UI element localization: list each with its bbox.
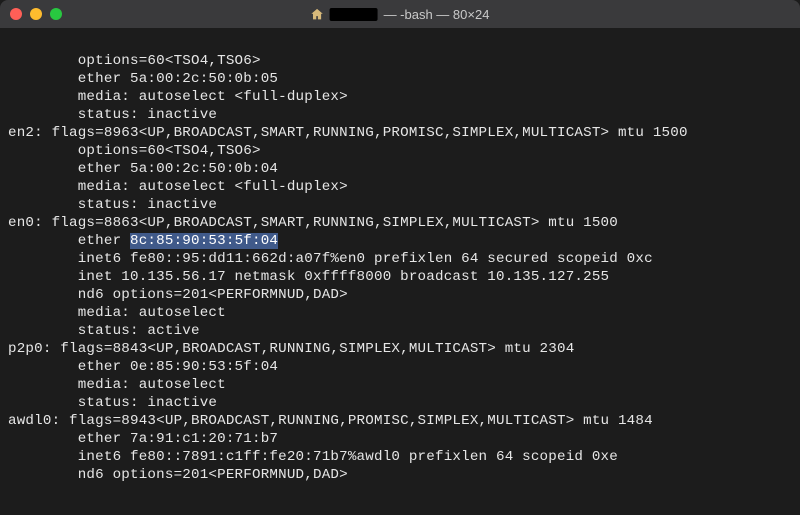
terminal-line: media: autoselect <box>8 377 226 393</box>
redacted-text <box>330 8 378 21</box>
selected-mac-address: 8c:85:90:53:5f:04 <box>130 233 278 249</box>
terminal-line: nd6 options=201<PERFORMNUD,DAD> <box>8 287 348 303</box>
terminal-line: en2: flags=8963<UP,BROADCAST,SMART,RUNNI… <box>8 125 688 141</box>
terminal-line: nd6 options=201<PERFORMNUD,DAD> <box>8 467 348 483</box>
terminal-line: media: autoselect <box>8 305 226 321</box>
window-title: — -bash — 80×24 <box>311 7 490 22</box>
terminal-line: status: inactive <box>8 197 217 213</box>
minimize-button[interactable] <box>30 8 42 20</box>
terminal-line: ether 5a:00:2c:50:0b:04 <box>8 161 278 177</box>
terminal-line: status: inactive <box>8 107 217 123</box>
terminal-line: ether 0e:85:90:53:5f:04 <box>8 359 278 375</box>
home-icon <box>311 8 324 21</box>
terminal-line: awdl0: flags=8943<UP,BROADCAST,RUNNING,P… <box>8 413 653 429</box>
terminal-line: ether 5a:00:2c:50:0b:05 <box>8 71 278 87</box>
title-text: — -bash — 80×24 <box>384 7 490 22</box>
terminal-line: p2p0: flags=8843<UP,BROADCAST,RUNNING,SI… <box>8 341 574 357</box>
terminal-line: ether 7a:91:c1:20:71:b7 <box>8 431 278 447</box>
zoom-button[interactable] <box>50 8 62 20</box>
terminal-line: inet6 fe80::95:dd11:662d:a07f%en0 prefix… <box>8 251 653 267</box>
terminal-line: status: active <box>8 323 200 339</box>
terminal-line: ether <box>8 233 130 249</box>
terminal-output[interactable]: options=60<TSO4,TSO6> ether 5a:00:2c:50:… <box>0 28 800 515</box>
window-titlebar: — -bash — 80×24 <box>0 0 800 28</box>
terminal-line: inet 10.135.56.17 netmask 0xffff8000 bro… <box>8 269 609 285</box>
terminal-line: options=60<TSO4,TSO6> <box>8 143 261 159</box>
terminal-line: media: autoselect <full-duplex> <box>8 179 348 195</box>
terminal-line: status: inactive <box>8 395 217 411</box>
terminal-line: media: autoselect <full-duplex> <box>8 89 348 105</box>
window-controls <box>10 8 62 20</box>
terminal-line: options=60<TSO4,TSO6> <box>8 53 261 69</box>
close-button[interactable] <box>10 8 22 20</box>
terminal-line: inet6 fe80::7891:c1ff:fe20:71b7%awdl0 pr… <box>8 449 618 465</box>
terminal-line: en0: flags=8863<UP,BROADCAST,SMART,RUNNI… <box>8 215 618 231</box>
